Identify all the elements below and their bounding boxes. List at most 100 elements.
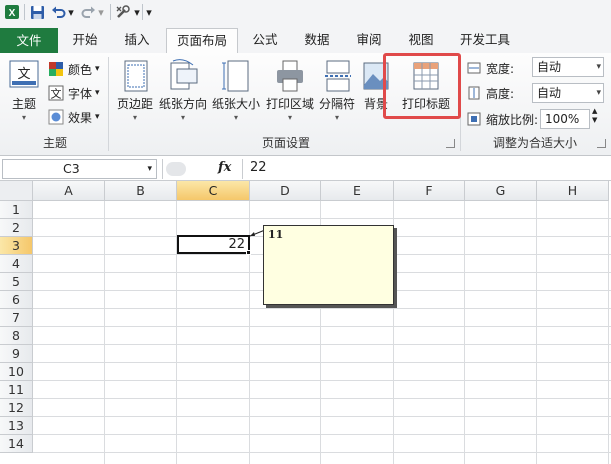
breaks-button[interactable]: 分隔符 ▾	[318, 57, 356, 129]
formula-input[interactable]: 22	[250, 160, 267, 175]
grid-line-horizontal	[33, 380, 611, 381]
row-header-10[interactable]: 10	[0, 363, 33, 381]
theme-button[interactable]: 文 主题 ▾	[4, 57, 44, 129]
grid-line-horizontal	[33, 398, 611, 399]
theme-label: 主题	[11, 97, 36, 111]
width-label: 宽度:	[486, 61, 515, 76]
grid-line-vertical	[608, 201, 609, 464]
scale-launcher-icon[interactable]	[597, 139, 606, 148]
margins-icon	[124, 60, 148, 92]
row-header-9[interactable]: 9	[0, 345, 33, 363]
quick-access-toolbar: X ▾ ▾ ▾ ▾	[0, 0, 611, 24]
print-area-button[interactable]: 打印区域 ▾	[264, 57, 316, 129]
tab-data[interactable]: 数据	[294, 28, 340, 54]
svg-text:X: X	[9, 8, 16, 19]
effects-icon	[48, 109, 64, 125]
column-header-d[interactable]: D	[250, 181, 321, 201]
comment-text: 11	[268, 228, 284, 241]
page-setup-group-label: 页面设置	[261, 136, 310, 150]
orientation-button[interactable]: 纸张方向 ▾	[158, 57, 208, 129]
fonts-button[interactable]: 文 字体 ▾	[48, 83, 100, 103]
height-select[interactable]: 自动 ▾	[532, 83, 604, 103]
scale-input[interactable]: 100%	[540, 109, 590, 129]
row-header-2[interactable]: 2	[0, 219, 33, 237]
formula-bar-handle[interactable]	[166, 162, 186, 176]
tab-insert[interactable]: 插入	[114, 28, 160, 54]
paper-size-icon	[222, 60, 249, 92]
row-header-6[interactable]: 6	[0, 291, 33, 309]
effects-button[interactable]: 效果 ▾	[48, 107, 100, 127]
svg-text:文: 文	[51, 87, 62, 101]
grid-line-vertical	[104, 201, 105, 464]
margins-label: 页边距	[116, 97, 153, 111]
ribbon-tabs: 文件 开始 插入 页面布局 公式 数据 审阅 视图 开发工具	[0, 24, 611, 55]
colors-icon	[49, 62, 63, 76]
width-icon	[467, 62, 481, 74]
grid-line-horizontal	[33, 362, 611, 363]
row-header-3[interactable]: 3	[0, 237, 33, 255]
height-label: 高度:	[486, 86, 515, 101]
row-header-12[interactable]: 12	[0, 399, 33, 417]
row-header-7[interactable]: 7	[0, 309, 33, 327]
scale-label-row: 缩放比例:	[466, 109, 538, 129]
row-header-5[interactable]: 5	[0, 273, 33, 291]
size-label: 纸张大小	[211, 97, 260, 111]
tab-review[interactable]: 审阅	[346, 28, 392, 54]
page-setup-launcher-icon[interactable]	[446, 139, 455, 148]
column-header-a[interactable]: A	[33, 181, 105, 201]
row-header-14[interactable]: 14	[0, 435, 33, 453]
fx-icon[interactable]: fx	[218, 160, 231, 175]
tab-home[interactable]: 开始	[62, 28, 108, 54]
grid-line-horizontal	[33, 218, 611, 219]
column-header-b[interactable]: B	[105, 181, 177, 201]
tab-formulas[interactable]: 公式	[242, 28, 288, 54]
row-header-8[interactable]: 8	[0, 327, 33, 345]
fonts-icon: 文	[48, 85, 64, 101]
grid-line-vertical	[536, 201, 537, 464]
row-header-4[interactable]: 4	[0, 255, 33, 273]
theme-group-label: 主题	[42, 136, 67, 150]
name-box[interactable]: C3 ▾	[2, 159, 157, 179]
orientation-icon	[170, 59, 198, 90]
redo-dropdown-icon[interactable]: ▾	[96, 3, 106, 21]
undo-dropdown-icon[interactable]: ▾	[66, 3, 76, 21]
row-header-1[interactable]: 1	[0, 201, 33, 219]
tools-icon[interactable]	[114, 3, 132, 21]
undo-icon[interactable]	[50, 3, 66, 21]
excel-icon[interactable]: X	[3, 3, 21, 21]
margins-button[interactable]: 页边距 ▾	[114, 57, 156, 129]
cell-comment[interactable]: 11	[263, 225, 394, 305]
fill-handle[interactable]	[246, 250, 251, 255]
colors-button[interactable]: 颜色 ▾	[48, 59, 100, 79]
tools-dropdown-icon[interactable]: ▾	[132, 3, 142, 21]
scale-icon	[467, 112, 481, 126]
active-cell-c3[interactable]: 22	[177, 235, 250, 254]
column-header-c[interactable]: C	[177, 181, 250, 201]
size-button[interactable]: 纸张大小 ▾	[210, 57, 262, 129]
svg-text:文: 文	[17, 67, 30, 82]
customize-qat-icon[interactable]: ▾	[144, 3, 154, 21]
orientation-label: 纸张方向	[158, 97, 207, 111]
grid-line-horizontal	[33, 344, 611, 345]
select-all-corner[interactable]	[0, 181, 33, 201]
width-select[interactable]: 自动 ▾	[532, 57, 604, 77]
column-header-f[interactable]: F	[394, 181, 465, 201]
scale-spinner[interactable]: ▲ ▼	[592, 107, 597, 127]
tab-developer[interactable]: 开发工具	[452, 28, 518, 54]
column-header-h[interactable]: H	[537, 181, 609, 201]
row-header-11[interactable]: 11	[0, 381, 33, 399]
column-header-g[interactable]: G	[465, 181, 537, 201]
row-header-13[interactable]: 13	[0, 417, 33, 435]
column-header-e[interactable]: E	[321, 181, 394, 201]
tab-view[interactable]: 视图	[398, 28, 444, 54]
grid-line-horizontal	[33, 326, 611, 327]
grid-line-vertical	[464, 201, 465, 464]
save-icon[interactable]	[28, 3, 46, 21]
height-icon	[468, 86, 480, 100]
tab-file[interactable]: 文件	[0, 28, 58, 53]
redo-icon[interactable]	[80, 3, 96, 21]
height-label-row: 高度:	[466, 83, 514, 103]
printer-icon	[277, 60, 303, 92]
tab-page-layout[interactable]: 页面布局	[166, 28, 238, 55]
effects-label: 效果	[68, 110, 93, 125]
